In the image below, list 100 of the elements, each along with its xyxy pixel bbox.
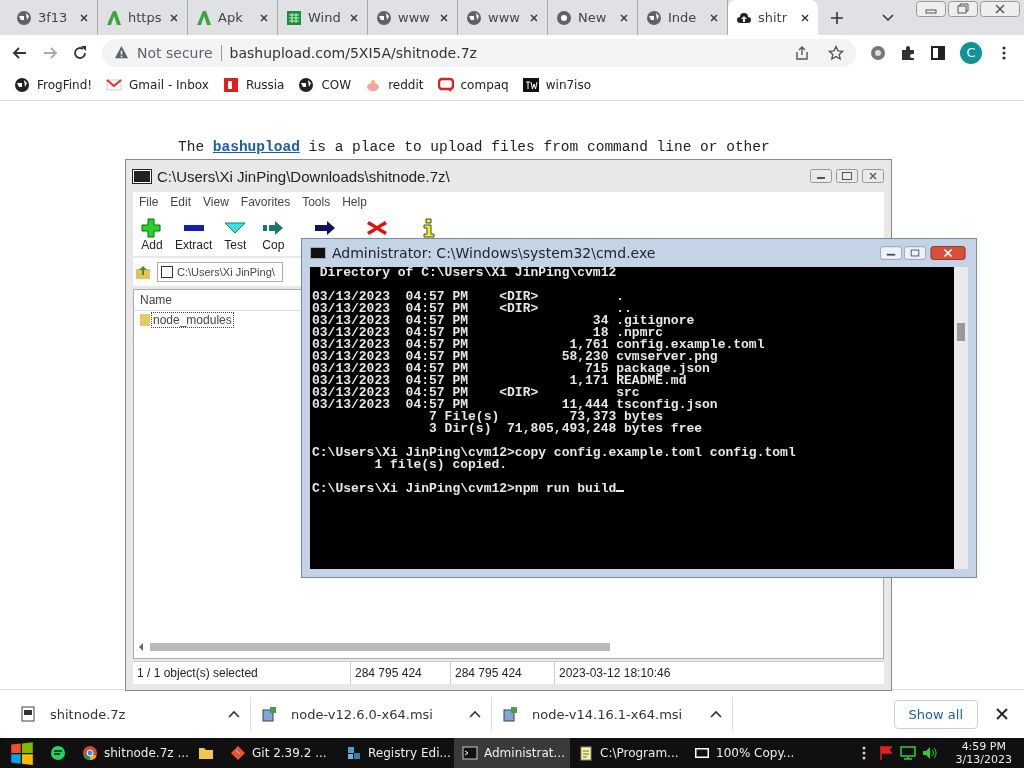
toolbar-button[interactable]: Extract (175, 218, 213, 252)
flag-icon[interactable] (877, 745, 894, 761)
folder-up-icon[interactable] (135, 264, 151, 280)
taskbar-button[interactable]: C:\Program... (570, 738, 686, 768)
taskbar-button[interactable]: Administrat... (454, 738, 570, 768)
close-icon[interactable] (529, 12, 539, 23)
path-field[interactable]: C:\Users\Xi JinPing\ (157, 262, 283, 282)
download-item[interactable]: shitnode.7z (10, 697, 251, 731)
minimize-icon[interactable] (880, 246, 902, 260)
taskbar-button[interactable]: 100% Copy... (686, 738, 802, 768)
new-tab-icon[interactable] (830, 10, 844, 25)
menu-item[interactable]: View (203, 195, 229, 209)
restore-icon[interactable] (948, 1, 978, 17)
console-line: 03/13/2023 04:57 PM 58,230 cvmserver.png (312, 351, 718, 363)
address-bar[interactable]: Not secure bashupload.com/5XI5A/shitnode.7z (102, 38, 856, 67)
close-icon[interactable] (79, 12, 89, 23)
clock[interactable]: 4:59 PM 3/13/2023 (955, 740, 1012, 766)
chevron-up-icon[interactable] (228, 710, 240, 718)
console-line: 3 Dir(s) 71,805,493,248 bytes free (428, 423, 704, 435)
taskbar-button[interactable]: shitnode.7z ... (74, 738, 190, 768)
bookmark[interactable]: compaq (437, 77, 509, 93)
start-button-icon[interactable] (8, 741, 36, 765)
status-field: 284 795 424 (351, 662, 451, 684)
taskbar-button[interactable]: Registry Edi... (338, 738, 454, 768)
bashupload-link[interactable]: bashupload (212, 139, 300, 155)
vertical-scrollbar[interactable] (954, 267, 968, 569)
bookmark[interactable]: reddit (365, 77, 424, 93)
close-icon[interactable] (996, 708, 1008, 720)
close-icon[interactable] (800, 12, 810, 23)
chevron-up-icon[interactable] (469, 710, 481, 718)
status-field: 284 795 424 (451, 662, 555, 684)
close-icon[interactable] (619, 12, 629, 23)
status-field: 1 / 1 object(s) selected (133, 662, 351, 684)
show-all-button[interactable]: Show all (893, 699, 978, 729)
installer-icon (261, 706, 277, 722)
window-title: Administrator: C:\Windows\system32\cmd.exe (332, 245, 656, 261)
menu-item[interactable]: Help (342, 195, 367, 209)
chevron-down-icon[interactable] (882, 13, 894, 22)
plus-icon (140, 218, 164, 238)
bookmark[interactable]: win7iso (522, 77, 592, 93)
chat-bubble-icon (50, 745, 66, 761)
console-line: 03/13/2023 04:57 PM 11,444 tsconfig.json (312, 399, 719, 411)
console-line: Directory of C:\Users\Xi JinPing\cvm12 (318, 267, 618, 279)
menu-item[interactable]: File (139, 195, 159, 209)
extension-icon[interactable] (870, 44, 886, 61)
toolbar-button[interactable]: Add (137, 218, 167, 252)
archive-icon (161, 266, 173, 278)
share-icon[interactable] (794, 44, 810, 61)
scroll-left-icon[interactable] (138, 643, 144, 651)
profile-avatar[interactable]: C (960, 41, 982, 64)
bookmark[interactable]: COW (298, 77, 352, 93)
close-icon[interactable] (709, 12, 719, 23)
diamond-icon (230, 745, 246, 761)
browser-tab[interactable]: shitr (728, 0, 818, 35)
reload-icon[interactable] (72, 44, 88, 61)
browser-logo-icon (556, 9, 572, 26)
console-logo-icon (310, 247, 326, 259)
back-icon[interactable] (12, 44, 28, 61)
download-item[interactable]: node-v14.16.1-x64.msi (492, 697, 733, 731)
side-panel-icon[interactable] (930, 44, 946, 61)
status-field: 2023-03-12 18:10:46 (555, 662, 675, 684)
cross-icon[interactable] (365, 218, 390, 238)
close-icon[interactable] (862, 169, 884, 183)
date-text: 3/13/2023 (955, 753, 1012, 766)
close-icon[interactable] (439, 12, 449, 23)
console-icon (462, 745, 478, 761)
minimize-icon[interactable] (810, 169, 832, 183)
download-item[interactable]: node-v12.6.0-x64.msi (251, 697, 492, 731)
envelope-icon (106, 77, 123, 93)
network-icon[interactable] (899, 745, 916, 761)
console-line: 03/13/2023 04:57 PM 34 .gitignore (312, 315, 696, 327)
taskbar-button[interactable]: Git 2.39.2 ... (222, 738, 338, 768)
console-line: 03/13/2023 04:57 PM <DIR> . (312, 291, 626, 303)
security-label: Not secure (137, 44, 213, 61)
close-icon[interactable] (980, 1, 1020, 17)
star-icon[interactable] (828, 44, 844, 61)
app-logo-icon (694, 745, 710, 761)
close-icon[interactable] (169, 12, 179, 23)
bookmark[interactable]: FrogFind! (14, 77, 93, 93)
toolbar-button[interactable]: Test (220, 218, 251, 252)
close-icon[interactable] (259, 12, 269, 23)
globe-icon (14, 77, 30, 93)
bookmark[interactable]: Gmail - Inbox (106, 77, 209, 93)
file-name[interactable]: node_modules (152, 313, 233, 327)
close-icon[interactable] (928, 246, 968, 260)
console-line: 03/13/2023 04:57 PM 1,171 README.md (312, 375, 687, 387)
menu-item[interactable]: Edit (170, 195, 192, 209)
speaker-icon[interactable] (921, 745, 938, 761)
toolbar-button[interactable]: Cop (258, 218, 289, 252)
chevron-up-icon[interactable] (710, 710, 722, 718)
cubes-icon (346, 745, 362, 761)
bookmark[interactable]: Russia (222, 77, 285, 93)
installer-icon (502, 706, 518, 722)
menu-item[interactable]: Tools (302, 195, 331, 209)
column-header[interactable]: Name (140, 293, 172, 307)
menu-item[interactable]: Favorites (240, 195, 291, 209)
folder-icon (198, 745, 214, 761)
maximize-icon[interactable] (836, 169, 858, 183)
puzzle-icon[interactable] (900, 44, 916, 61)
close-icon[interactable] (349, 12, 359, 23)
